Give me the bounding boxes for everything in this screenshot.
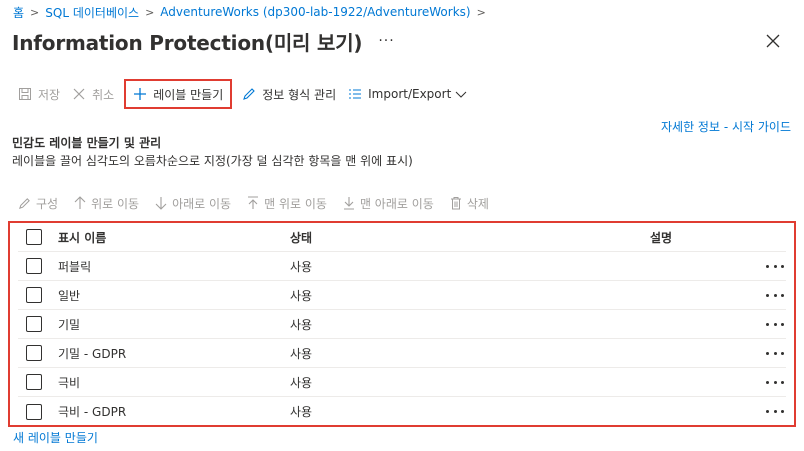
row-more-icon[interactable] <box>766 289 784 301</box>
arrow-up-icon <box>74 196 86 209</box>
chevron-right-icon: > <box>476 5 486 19</box>
create-label-button[interactable]: 레이블 만들기 <box>124 79 233 109</box>
chevron-down-icon <box>455 91 467 98</box>
breadcrumb: 홈 > SQL 데이터베이스 > AdventureWorks (dp300-l… <box>13 3 492 21</box>
table-row[interactable]: 기밀 - GDPR 사용 <box>18 339 786 368</box>
chevron-right-icon: > <box>30 5 40 19</box>
row-name: 퍼블릭 <box>58 259 92 274</box>
arrow-to-top-icon <box>248 196 259 209</box>
pencil-icon <box>243 88 256 100</box>
manage-info-types-button[interactable]: 정보 형식 관리 <box>236 79 342 109</box>
row-checkbox[interactable] <box>26 316 42 332</box>
row-status: 사용 <box>290 375 313 390</box>
table-row[interactable]: 일반 사용 <box>18 281 786 310</box>
column-header-description[interactable]: 설명 <box>650 229 672 246</box>
page-title: Information Protection(미리 보기) <box>12 30 363 55</box>
new-label-link[interactable]: 새 레이블 만들기 <box>13 429 98 446</box>
column-header-name[interactable]: 표시 이름 <box>58 229 106 246</box>
row-more-icon[interactable] <box>766 260 784 272</box>
row-more-icon[interactable] <box>766 376 784 388</box>
row-checkbox[interactable] <box>26 258 42 274</box>
create-label-label: 레이블 만들기 <box>153 87 224 102</box>
cancel-label: 취소 <box>92 87 115 102</box>
row-checkbox[interactable] <box>26 287 42 303</box>
table-header: 표시 이름 상태 설명 <box>18 223 786 252</box>
row-status: 사용 <box>290 288 313 303</box>
breadcrumb-sql-databases[interactable]: SQL 데이터베이스 <box>45 4 139 21</box>
row-name: 기밀 - GDPR <box>58 346 127 361</box>
move-bottom-button[interactable]: 맨 아래로 이동 <box>337 195 440 212</box>
pencil-icon <box>19 197 30 209</box>
table-row[interactable]: 기밀 사용 <box>18 310 786 339</box>
save-label: 저장 <box>38 87 61 102</box>
chevron-right-icon: > <box>145 5 155 19</box>
row-checkbox[interactable] <box>26 374 42 390</box>
move-bottom-label: 맨 아래로 이동 <box>359 196 434 211</box>
breadcrumb-database[interactable]: AdventureWorks (dp300-lab-1922/Adventure… <box>160 5 470 19</box>
close-icon <box>766 34 780 48</box>
save-button[interactable]: 저장 <box>12 79 66 109</box>
cancel-icon <box>73 88 85 100</box>
close-button[interactable] <box>762 30 784 52</box>
more-options-icon[interactable]: ··· <box>378 33 394 49</box>
section-description: 레이블을 끌어 심각도의 오름차순으로 지정(가장 덜 심각한 항목을 맨 위에… <box>12 154 413 168</box>
row-more-icon[interactable] <box>766 347 784 359</box>
move-down-label: 아래로 이동 <box>172 196 232 211</box>
select-all-checkbox[interactable] <box>26 229 42 245</box>
arrow-down-icon <box>155 197 167 210</box>
save-icon <box>19 88 31 100</box>
labels-table: 표시 이름 상태 설명 퍼블릭 사용 일반 사용 기밀 사용 기밀 - GDPR… <box>8 221 796 427</box>
move-up-label: 위로 이동 <box>91 196 140 211</box>
move-down-button[interactable]: 아래로 이동 <box>149 195 237 212</box>
manage-info-types-label: 정보 형식 관리 <box>262 87 337 102</box>
learn-more-link[interactable]: 자세한 정보 - 시작 가이드 <box>661 118 791 135</box>
row-more-icon[interactable] <box>766 405 784 417</box>
column-header-status[interactable]: 상태 <box>290 229 312 246</box>
cancel-button[interactable]: 취소 <box>66 79 120 109</box>
configure-label: 구성 <box>36 196 59 211</box>
table-row[interactable]: 퍼블릭 사용 <box>18 252 786 281</box>
row-status: 사용 <box>290 317 313 332</box>
row-name: 일반 <box>58 288 81 303</box>
command-bar: 저장 취소 레이블 만들기 정보 형식 관리 Import/Export <box>12 79 473 109</box>
import-export-button[interactable]: Import/Export <box>342 79 473 109</box>
move-top-label: 맨 위로 이동 <box>264 196 327 211</box>
table-row[interactable]: 극비 - GDPR 사용 <box>18 397 786 426</box>
move-top-button[interactable]: 맨 위로 이동 <box>241 195 333 212</box>
delete-label: 삭제 <box>466 196 489 211</box>
label-actions-bar: 구성 위로 이동 아래로 이동 맨 위로 이동 맨 아래로 이동 삭제 <box>12 192 499 214</box>
arrow-to-bottom-icon <box>343 197 354 210</box>
table-row[interactable]: 극비 사용 <box>18 368 786 397</box>
list-icon <box>349 89 362 99</box>
row-status: 사용 <box>290 259 313 274</box>
trash-icon <box>450 197 461 210</box>
configure-button[interactable]: 구성 <box>12 195 64 212</box>
row-checkbox[interactable] <box>26 345 42 361</box>
move-up-button[interactable]: 위로 이동 <box>68 195 145 212</box>
row-status: 사용 <box>290 346 313 361</box>
row-name: 기밀 <box>58 317 81 332</box>
row-name: 극비 <box>58 375 81 390</box>
row-name: 극비 - GDPR <box>58 405 127 419</box>
row-status: 사용 <box>290 405 313 419</box>
title-row: Information Protection(미리 보기) ··· <box>12 26 792 56</box>
plus-icon <box>134 88 147 100</box>
breadcrumb-home[interactable]: 홈 <box>13 4 24 21</box>
row-checkbox[interactable] <box>26 403 42 420</box>
delete-button[interactable]: 삭제 <box>444 195 495 212</box>
section-title: 민감도 레이블 만들기 및 관리 <box>12 136 162 150</box>
import-export-label: Import/Export <box>368 87 452 101</box>
row-more-icon[interactable] <box>766 318 784 330</box>
